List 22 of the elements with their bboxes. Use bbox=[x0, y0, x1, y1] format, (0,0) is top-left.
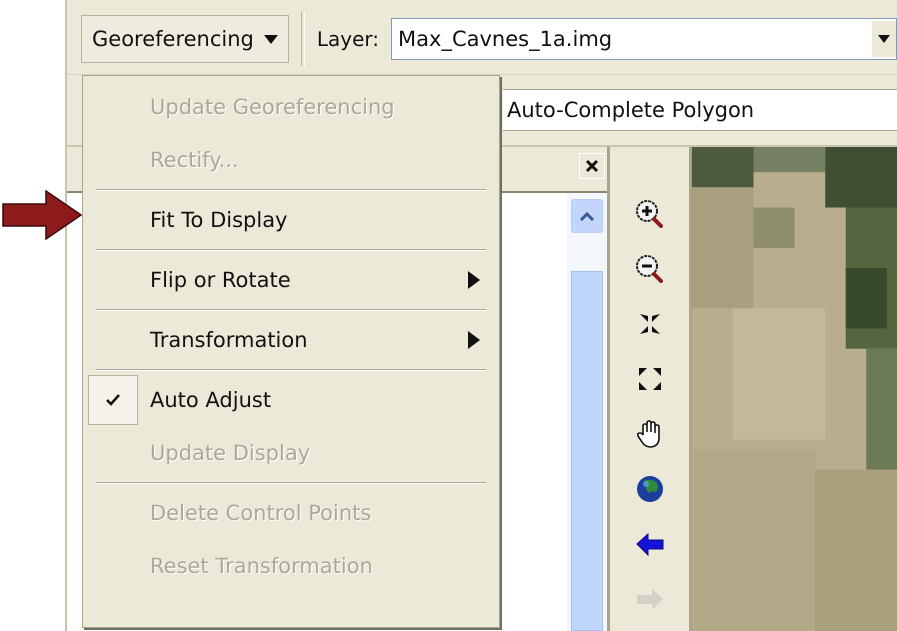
chevron-up-icon bbox=[579, 211, 595, 221]
menu-item[interactable]: Auto Adjust bbox=[86, 373, 496, 426]
zoom-in-icon bbox=[634, 198, 666, 230]
close-button[interactable] bbox=[579, 153, 605, 179]
text-field[interactable]: Auto-Complete Polygon bbox=[503, 89, 897, 131]
dropdown-arrow-button[interactable] bbox=[872, 21, 896, 57]
menu-item[interactable]: Flip or Rotate bbox=[86, 253, 496, 306]
caret-icon bbox=[878, 35, 890, 43]
menu-item[interactable]: Fit To Display bbox=[86, 193, 496, 246]
scrollbar[interactable] bbox=[567, 193, 607, 631]
checkmark-icon bbox=[106, 394, 120, 406]
layer-label: Layer: bbox=[316, 27, 380, 51]
zoom-out-icon bbox=[634, 253, 666, 285]
close-icon bbox=[585, 159, 599, 173]
caret-icon bbox=[264, 34, 278, 44]
submenu-arrow-icon bbox=[468, 270, 480, 288]
scroll-up-button[interactable] bbox=[571, 199, 603, 233]
menu-item[interactable]: Transformation bbox=[86, 313, 496, 366]
layer-dropdown[interactable]: Max_Cavnes_1a.img bbox=[391, 18, 897, 60]
submenu-arrow-icon bbox=[468, 330, 480, 348]
scroll-thumb[interactable] bbox=[571, 271, 603, 631]
georeferencing-menu-button[interactable]: Georeferencing bbox=[81, 15, 289, 63]
